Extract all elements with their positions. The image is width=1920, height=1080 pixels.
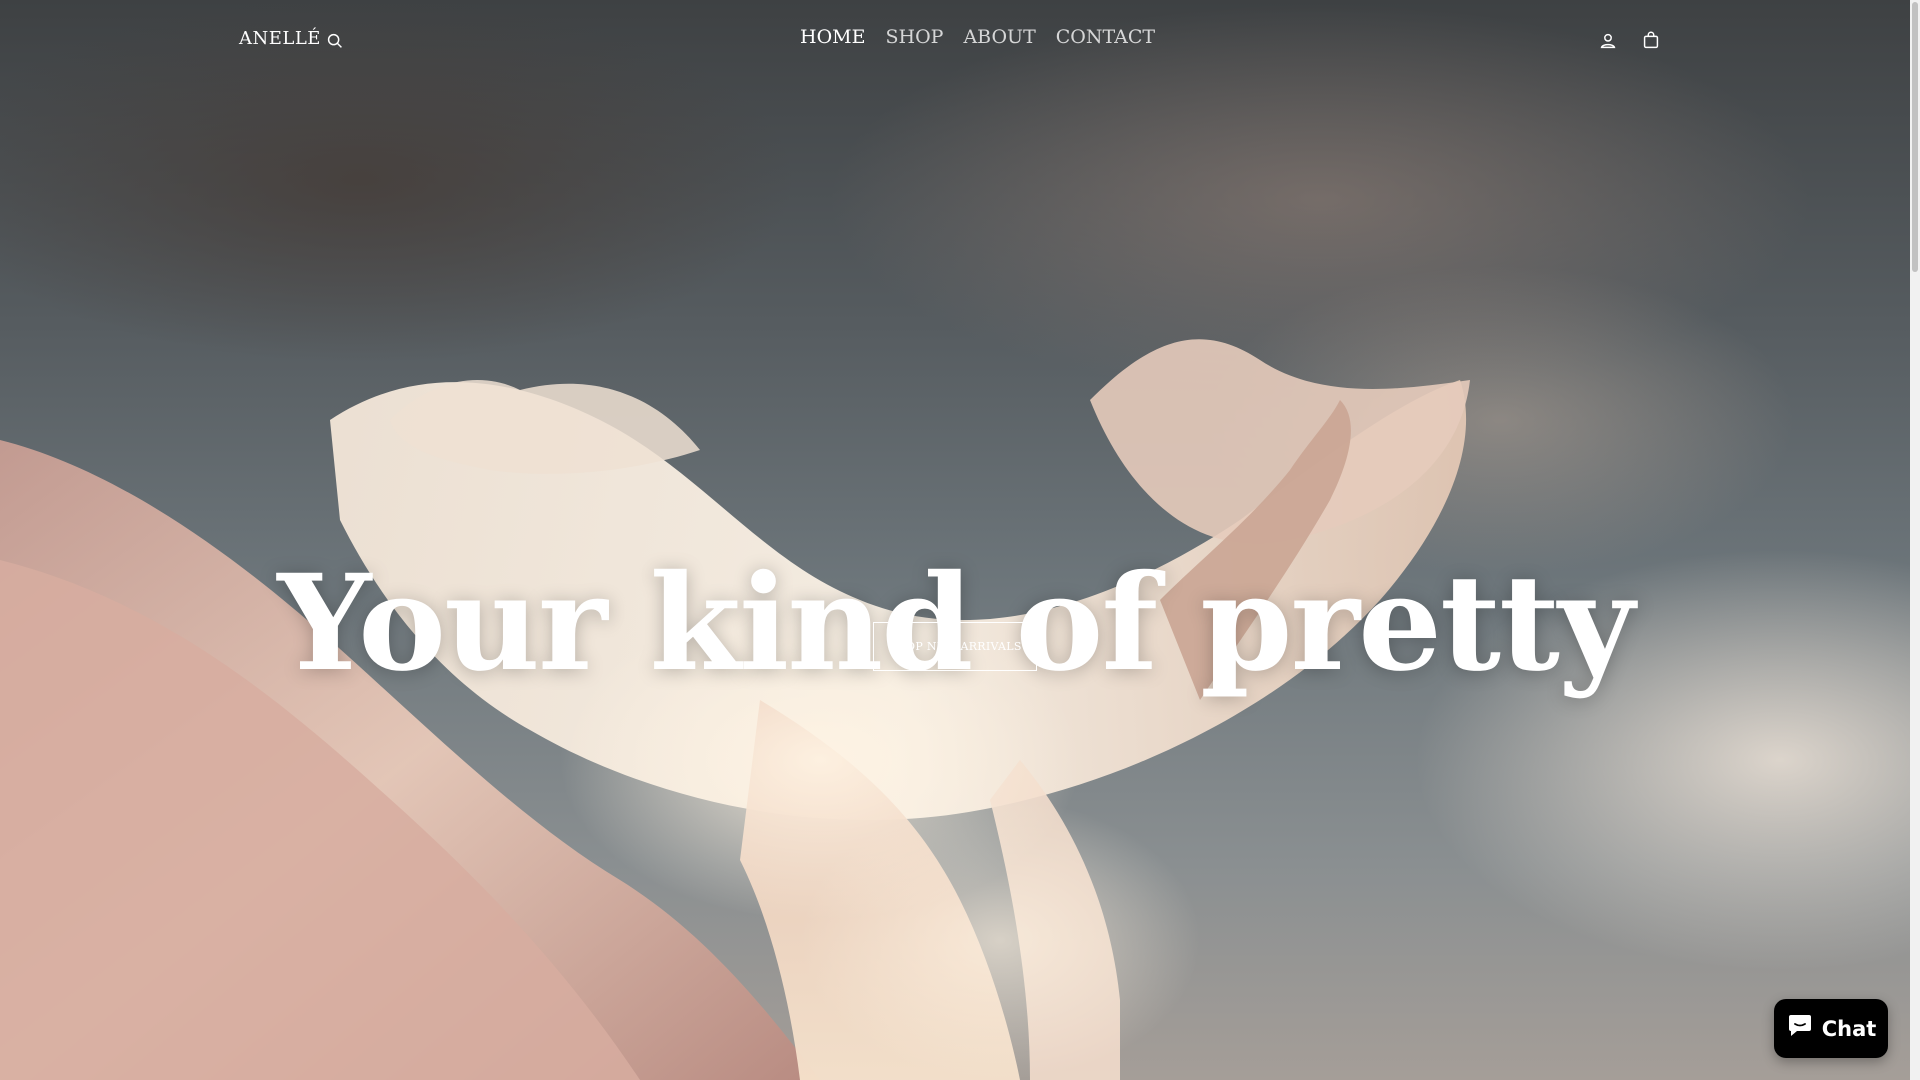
nav-item-about[interactable]: ABOUT bbox=[963, 26, 1035, 48]
main-nav: HOME SHOP ABOUT CONTACT bbox=[800, 26, 1155, 48]
site-logo[interactable]: ANELLÉ bbox=[239, 28, 321, 49]
search-icon[interactable] bbox=[324, 30, 348, 54]
hero-background-image bbox=[0, 339, 1470, 1080]
chat-bubble-icon bbox=[1786, 1013, 1814, 1044]
shopping-bag-icon[interactable] bbox=[1640, 29, 1664, 53]
nav-item-shop[interactable]: SHOP bbox=[885, 26, 943, 48]
chat-button[interactable]: Chat bbox=[1774, 999, 1888, 1058]
user-icon[interactable] bbox=[1597, 30, 1621, 54]
scrollbar-thumb[interactable] bbox=[1912, 2, 1918, 272]
chat-label: Chat bbox=[1821, 1016, 1877, 1041]
shop-new-arrivals-button[interactable]: SHOP NEW ARRIVALS bbox=[873, 622, 1037, 671]
scrollbar[interactable] bbox=[1910, 0, 1920, 1080]
nav-item-home[interactable]: HOME bbox=[800, 26, 865, 48]
site-header: ANELLÉ HOME SHOP ABOUT CONTACT bbox=[0, 0, 1910, 84]
hero-banner bbox=[0, 0, 1910, 1080]
nav-item-contact[interactable]: CONTACT bbox=[1056, 26, 1155, 48]
